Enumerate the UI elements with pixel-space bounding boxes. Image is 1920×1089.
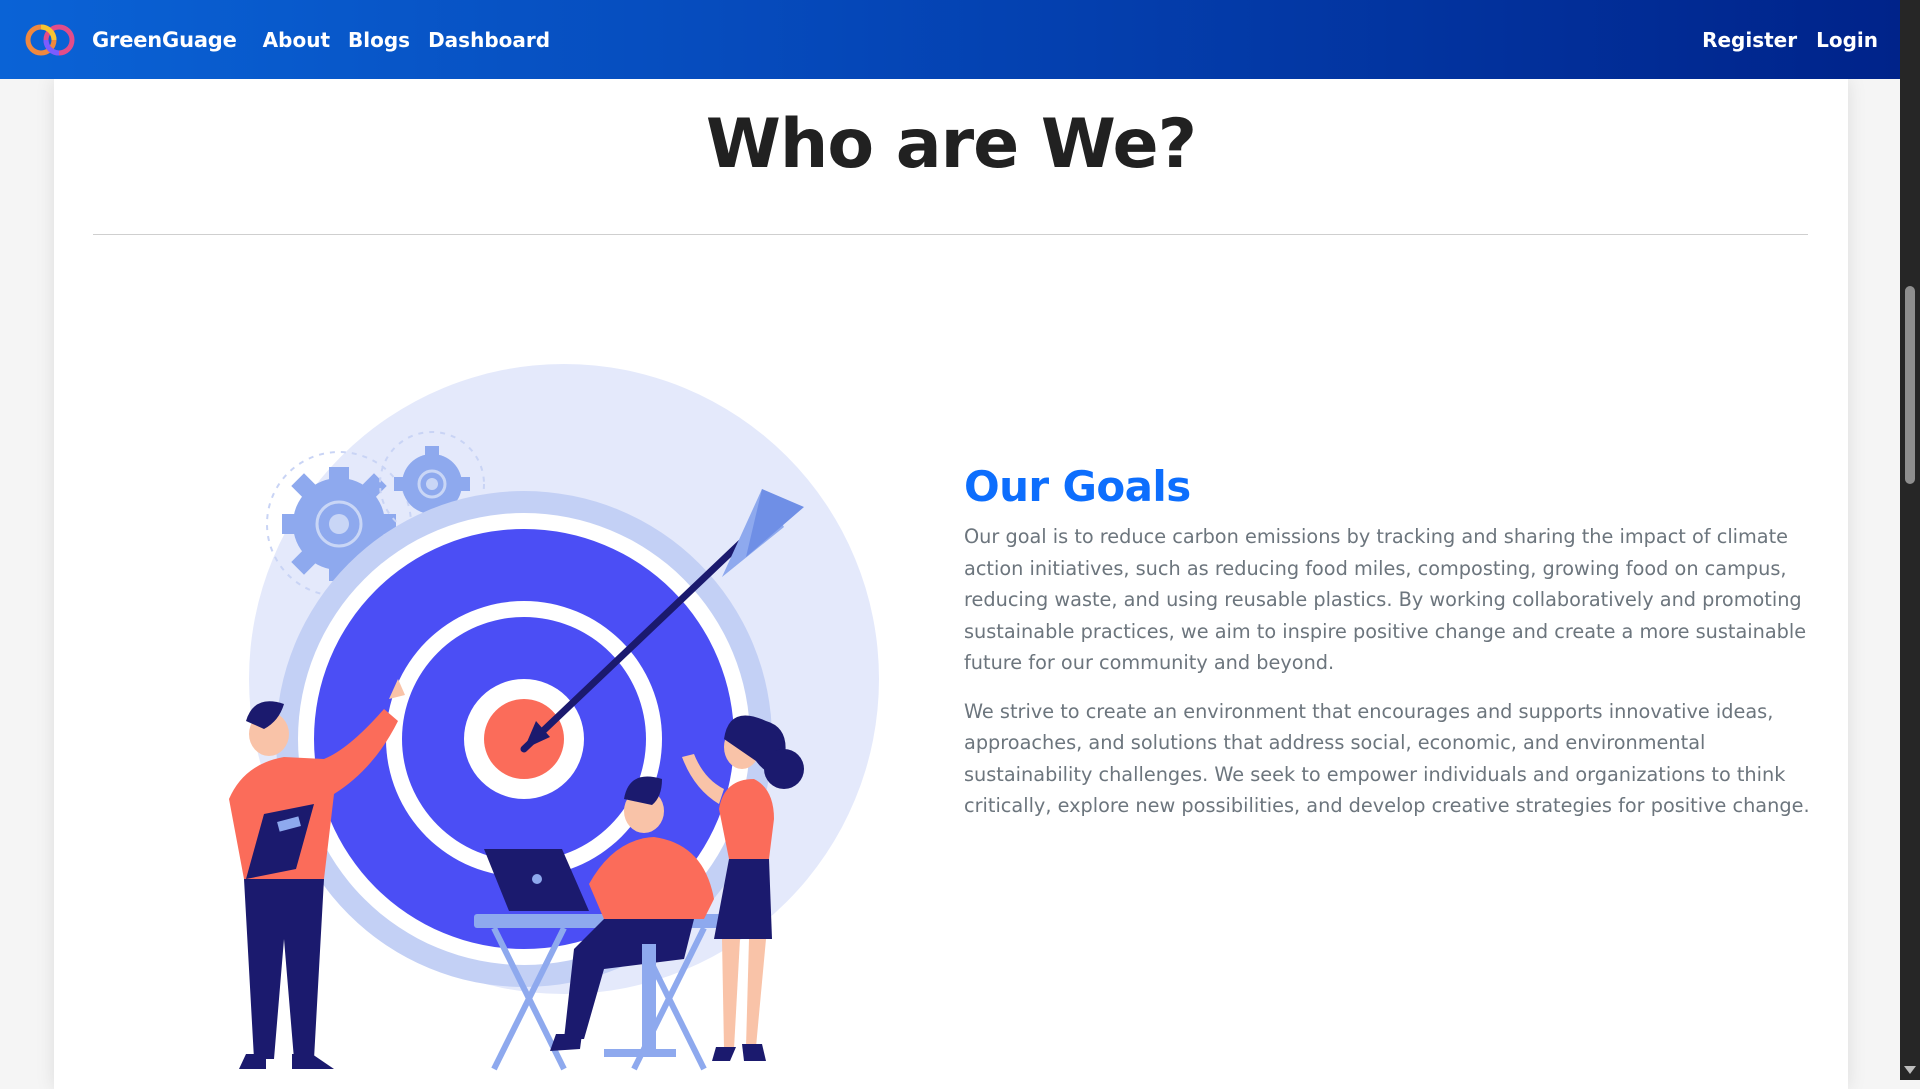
goals-heading: Our Goals	[964, 462, 1191, 511]
target-team-illustration	[229, 364, 879, 1071]
rings-logo-icon	[25, 24, 75, 55]
chevron-down-icon[interactable]	[1904, 1066, 1916, 1074]
title-divider	[93, 234, 1808, 235]
login-link[interactable]: Login	[1816, 28, 1878, 52]
brand-name: GreenGuage	[92, 27, 237, 52]
auth-links: Register Login	[1683, 28, 1878, 52]
scrollbar-thumb[interactable]	[1905, 286, 1915, 484]
nav-links: About Blogs Dashboard	[263, 28, 568, 52]
goals-paragraph-1: Our goal is to reduce carbon emissions b…	[964, 525, 1807, 674]
register-link[interactable]: Register	[1702, 28, 1797, 52]
nav-link-blogs[interactable]: Blogs	[348, 28, 410, 52]
nav-link-about[interactable]: About	[263, 28, 330, 52]
page-scrollbar[interactable]	[1900, 0, 1920, 1080]
top-navbar: GreenGuage About Blogs Dashboard Registe…	[0, 0, 1900, 79]
nav-link-dashboard[interactable]: Dashboard	[428, 28, 550, 52]
goals-section: Our Goals Our goal is to reduce carbon e…	[964, 462, 1814, 839]
goals-paragraph-2: We strive to create an environment that …	[964, 699, 1810, 818]
page-title: Who are We?	[705, 105, 1197, 184]
about-card: Who are We? Our Goals Our goal is to red…	[54, 79, 1848, 1089]
brand[interactable]: GreenGuage	[20, 0, 237, 79]
